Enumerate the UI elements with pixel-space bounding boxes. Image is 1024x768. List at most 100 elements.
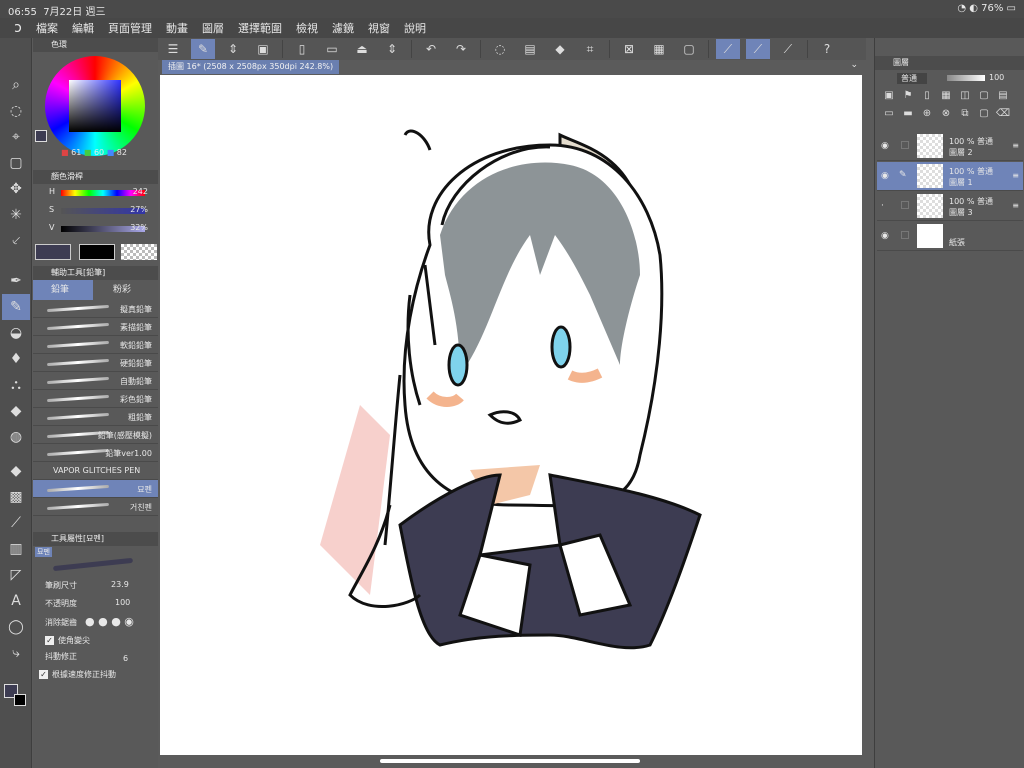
eye-hidden-icon[interactable]: · — [881, 201, 884, 211]
crop-icon[interactable]: ▢ — [677, 39, 701, 59]
text-icon[interactable]: A — [2, 588, 30, 614]
layer-row[interactable]: ◉ 紙張 — [877, 222, 1023, 251]
stepper-icon-2[interactable]: ⇕ — [380, 39, 404, 59]
brush-item[interactable]: 彩色鉛筆 — [33, 390, 158, 408]
move-icon[interactable]: ◌ — [2, 98, 30, 124]
blend-mode-select[interactable]: 普通 — [897, 73, 927, 84]
lock-icon[interactable]: ▯ — [919, 90, 935, 104]
operation-icon[interactable]: ⌖ — [2, 124, 30, 150]
brush-item[interactable]: 거친펜 — [33, 498, 158, 516]
brush-item[interactable]: 素描鉛筆 — [33, 318, 158, 336]
main-color-chip[interactable] — [35, 244, 71, 260]
redo-icon[interactable]: ↷ — [449, 39, 473, 59]
menu-filter[interactable]: 濾鏡 — [332, 20, 354, 36]
saturation-slider[interactable]: S 27% — [33, 202, 158, 220]
lock-transparency-icon[interactable]: ▦ — [938, 90, 954, 104]
fill-icon[interactable]: ◆ — [548, 39, 572, 59]
corner-checkbox[interactable]: ✓ — [45, 636, 54, 645]
brush-item[interactable]: 鉛筆(感壓模擬) — [33, 426, 158, 444]
brush-item[interactable]: 硬鉛鉛筆 — [33, 354, 158, 372]
menu-icon[interactable]: ☰ — [161, 39, 185, 59]
eye-icon[interactable]: ◉ — [881, 141, 889, 151]
eye-icon[interactable]: ◉ — [881, 171, 889, 181]
transparent-chip[interactable] — [121, 244, 157, 260]
layer-header[interactable]: 圖層 — [875, 56, 1024, 70]
sub-color-swatch[interactable] — [14, 694, 26, 706]
opacity-row[interactable]: 不透明度 100 — [33, 596, 158, 614]
eraser-icon[interactable]: ◆ — [2, 398, 30, 424]
speed-row[interactable]: ✓ 根據速度修正抖動 — [33, 666, 158, 682]
copy-icon[interactable]: ⧉ — [957, 108, 973, 122]
value-slider[interactable]: V 32% — [33, 220, 158, 238]
ruler-snap-icon[interactable]: ⟋ — [716, 39, 740, 59]
brush-item[interactable]: 鉛筆ver1.00 — [33, 444, 158, 462]
canvas[interactable] — [160, 75, 862, 755]
brush-item[interactable]: 擬真鉛筆 — [33, 300, 158, 318]
stabilize-row[interactable]: 抖動修正 6 — [33, 648, 158, 666]
clip-icon[interactable]: ▣ — [881, 90, 897, 104]
pen-icon[interactable]: ✒ — [2, 268, 30, 294]
balloon-icon[interactable]: ◯ — [2, 614, 30, 640]
menu-selection[interactable]: 選擇範圍 — [238, 20, 282, 36]
open-folder-icon[interactable]: ▭ — [320, 39, 344, 59]
merge-icon[interactable]: ⊕ — [919, 108, 935, 122]
menu-file[interactable]: 檔案 — [36, 20, 58, 36]
undo-icon[interactable]: ↶ — [419, 39, 443, 59]
special-ruler-icon[interactable]: ⟋ — [746, 39, 770, 59]
blend-icon[interactable]: ◍ — [2, 424, 30, 450]
color-slider-header[interactable]: 顏色滑桿 — [33, 170, 158, 184]
clear-icon[interactable]: ▤ — [518, 39, 542, 59]
line-icon[interactable]: ⟋ — [2, 510, 30, 536]
clip-studio-icon[interactable]: ↄ — [0, 20, 36, 36]
ruler-link-icon[interactable]: ▢ — [976, 90, 992, 104]
document-tab[interactable]: 插圖 16* (2508 x 2508px 350dpi 242.8%) — [162, 60, 340, 74]
frame-icon[interactable]: ▥ — [2, 536, 30, 562]
snap-icon[interactable]: ▦ — [647, 39, 671, 59]
sub-color-chip[interactable] — [79, 244, 115, 260]
layer-color-icon[interactable]: ▤ — [995, 90, 1011, 104]
duplicate-icon[interactable]: ▢ — [976, 108, 992, 122]
brush-item[interactable]: 自動鉛筆 — [33, 372, 158, 390]
antialias-options[interactable]: ● ● ● ◉ — [85, 615, 134, 628]
eye-icon[interactable]: ◉ — [881, 231, 889, 241]
help-icon[interactable]: ? — [815, 39, 839, 59]
deselect-icon[interactable]: ◌ — [488, 39, 512, 59]
speed-checkbox[interactable]: ✓ — [39, 670, 48, 679]
menu-animation[interactable]: 動畫 — [166, 20, 188, 36]
airbrush-icon[interactable]: ♦ — [2, 346, 30, 372]
menu-edit[interactable]: 編輯 — [72, 20, 94, 36]
menu-window[interactable]: 視窗 — [368, 20, 390, 36]
tab-pastel[interactable]: 粉彩 — [93, 280, 155, 300]
brush-item-selected[interactable]: 묘펜 — [33, 480, 158, 498]
new-file-icon[interactable]: ▯ — [290, 39, 314, 59]
layer-menu-icon[interactable]: ≡ — [1012, 141, 1019, 150]
magic-wand-icon[interactable]: ✳ — [2, 202, 30, 228]
layer-opacity-slider[interactable] — [947, 75, 985, 81]
trash-icon[interactable]: ⌫ — [995, 108, 1011, 122]
layer-menu-icon[interactable]: ≡ — [1012, 171, 1019, 180]
layer-row[interactable]: ◉ 100 % 普通 圖層 2 ≡ — [877, 132, 1023, 161]
stepper-icon[interactable]: ⇕ — [221, 39, 245, 59]
decoration-icon[interactable]: ⛬ — [2, 372, 30, 398]
export-icon[interactable]: ⏏ — [350, 39, 374, 59]
fill-bucket-icon[interactable]: ◆ — [2, 458, 30, 484]
menu-layer[interactable]: 圖層 — [202, 20, 224, 36]
move-layer-icon[interactable]: ✥ — [2, 176, 30, 202]
subtool-header[interactable]: 輔助工具[鉛筆] — [33, 266, 158, 280]
pencil-icon[interactable]: ✎ — [2, 294, 30, 320]
hue-slider[interactable]: H 242 — [33, 184, 158, 202]
selection-icon[interactable]: ▢ — [2, 150, 30, 176]
new-folder-icon[interactable]: ▬ — [900, 108, 916, 122]
brush-item[interactable]: 粗鉛筆 — [33, 408, 158, 426]
corner-row[interactable]: ✓ 使角變尖 — [33, 632, 158, 648]
menu-help[interactable]: 說明 — [404, 20, 426, 36]
zoom-icon[interactable]: ⌕ — [2, 72, 30, 98]
brush-item[interactable]: 軟鉛鉛筆 — [33, 336, 158, 354]
color-square[interactable] — [69, 80, 121, 132]
brush-size-row[interactable]: 筆刷尺寸 23.9 — [33, 578, 158, 596]
grid-snap-icon[interactable]: ⟋ — [776, 39, 800, 59]
brush-icon[interactable]: ◒ — [2, 320, 30, 346]
layer-row-selected[interactable]: ◉ ✎ 100 % 普通 圖層 1 ≡ — [877, 162, 1023, 191]
eyedropper-icon[interactable]: ⸔ — [2, 228, 30, 254]
menu-page[interactable]: 頁面管理 — [108, 20, 152, 36]
